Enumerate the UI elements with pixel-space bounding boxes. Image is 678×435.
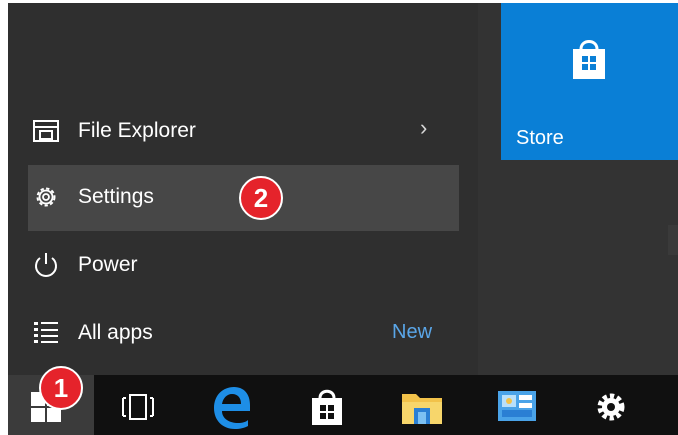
menu-item-power[interactable]: Power [28, 233, 459, 299]
edge-icon[interactable] [212, 385, 252, 429]
store-icon[interactable] [310, 387, 344, 427]
file-explorer-icon [33, 120, 59, 142]
control-panel-icon[interactable] [496, 389, 538, 425]
menu-item-file-explorer[interactable]: File Explorer › [28, 99, 459, 165]
store-bag-icon [573, 40, 605, 79]
store-tile[interactable]: Store [501, 3, 678, 160]
start-menu: Store File Explorer › Settings Power All… [8, 3, 678, 375]
menu-item-label: Power [78, 253, 138, 276]
settings-gear-icon[interactable] [594, 390, 628, 424]
gear-icon [36, 187, 56, 207]
screen: Store File Explorer › Settings Power All… [0, 0, 678, 435]
power-icon [35, 253, 57, 277]
taskbar [8, 375, 678, 435]
chevron-right-icon: › [420, 115, 428, 140]
task-view-icon[interactable] [120, 389, 156, 425]
step-1-callout: 1 [39, 366, 83, 410]
menu-item-label: Settings [78, 185, 154, 208]
step-2-callout: 2 [239, 176, 283, 220]
store-tile-label: Store [516, 127, 564, 149]
menu-item-label: All apps [78, 321, 153, 344]
file-explorer-taskbar-icon[interactable] [400, 388, 444, 426]
all-apps-icon [34, 322, 58, 343]
menu-item-all-apps[interactable]: All apps New [28, 301, 459, 367]
tile-area-shade [668, 225, 678, 255]
new-badge: New [392, 321, 433, 343]
menu-item-label: File Explorer [78, 119, 196, 142]
